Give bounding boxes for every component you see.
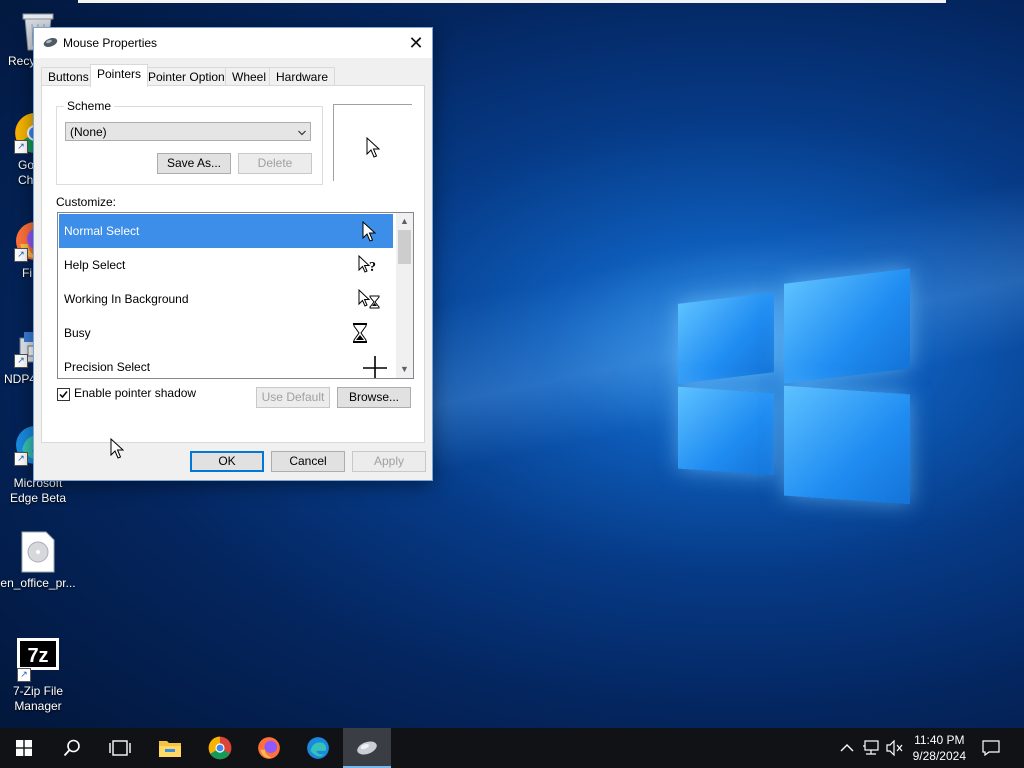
desktop-icon-7zip[interactable]: 7z ↗ 7-Zip File Manager xyxy=(0,638,76,714)
shortcut-arrow-icon: ↗ xyxy=(14,452,28,466)
7zip-icon: 7z ↗ xyxy=(17,638,59,682)
list-item[interactable]: Busy xyxy=(59,316,393,350)
help-cursor-icon: ? xyxy=(358,254,376,275)
notification-icon xyxy=(982,740,1000,757)
taskbar: 11:40 PM 9/28/2024 xyxy=(0,728,1024,768)
pointer-name: Precision Select xyxy=(64,360,151,374)
mouse-icon xyxy=(357,741,377,755)
taskbar-file-explorer[interactable] xyxy=(146,728,194,768)
tab-hardware[interactable]: Hardware xyxy=(269,67,336,86)
search-button[interactable] xyxy=(48,728,96,768)
shortcut-arrow-icon: ↗ xyxy=(14,354,28,368)
folder-icon xyxy=(159,741,181,757)
crosshair-cursor-icon xyxy=(363,356,387,378)
taskbar-edge-beta[interactable] xyxy=(294,728,342,768)
scroll-up-button[interactable]: ▲ xyxy=(396,213,413,230)
customize-label: Customize: xyxy=(56,195,117,209)
wallpaper-windows-logo xyxy=(674,268,914,506)
scheme-group: Scheme (None) Save As... Delete xyxy=(56,99,323,185)
task-view-icon xyxy=(109,740,131,756)
browse-button[interactable]: Browse... xyxy=(337,387,411,408)
background-window-edge xyxy=(78,0,946,3)
hourglass-cursor-icon xyxy=(353,323,367,343)
desktop-icon-office-iso[interactable]: en_office_pr... xyxy=(0,530,76,591)
firefox-icon xyxy=(258,737,280,759)
taskbar-clock[interactable]: 11:40 PM 9/28/2024 xyxy=(913,732,966,764)
notification-center-button[interactable] xyxy=(968,728,1014,768)
start-button[interactable] xyxy=(0,728,48,768)
tab-wheel[interactable]: Wheel xyxy=(225,67,274,86)
list-item[interactable]: Help Select ? xyxy=(59,248,393,282)
pointer-name: Busy xyxy=(64,326,91,340)
edge-beta-icon xyxy=(307,737,329,759)
mouse-properties-dialog: Mouse Properties ✕ Buttons Pointers Poin… xyxy=(33,27,433,481)
mouse-icon xyxy=(43,38,58,47)
scheme-legend: Scheme xyxy=(64,99,115,113)
search-icon xyxy=(63,739,80,757)
chevron-down-icon xyxy=(298,130,306,136)
pointer-list[interactable]: Normal Select Help Select ? Working In B… xyxy=(57,212,414,379)
shortcut-arrow-icon: ↗ xyxy=(14,140,28,154)
disc-image-file-icon xyxy=(17,530,59,573)
scroll-thumb[interactable] xyxy=(398,230,411,264)
apply-button[interactable]: Apply xyxy=(352,451,426,472)
cancel-button[interactable]: Cancel xyxy=(271,451,345,472)
speaker-muted-icon[interactable] xyxy=(886,740,904,756)
chrome-icon xyxy=(208,736,232,760)
pointer-name: Working In Background xyxy=(64,292,189,306)
checkbox-box[interactable] xyxy=(57,388,70,401)
tab-buttons[interactable]: Buttons xyxy=(41,67,96,86)
close-button[interactable]: ✕ xyxy=(400,28,432,58)
save-as-button[interactable]: Save As... xyxy=(157,153,231,174)
pointers-tab-panel: Scheme (None) Save As... Delete Customiz… xyxy=(41,85,425,443)
shortcut-arrow-icon: ↗ xyxy=(14,248,28,262)
pointer-name: Help Select xyxy=(64,258,126,272)
scheme-value: (None) xyxy=(70,125,107,139)
dialog-title: Mouse Properties xyxy=(63,36,158,50)
taskbar-chrome[interactable] xyxy=(196,728,244,768)
working-cursor-icon xyxy=(358,288,380,309)
arrow-cursor-icon xyxy=(366,137,380,158)
desktop-icon-label: 7-Zip File Manager xyxy=(12,684,63,713)
svg-text:7z: 7z xyxy=(27,645,48,667)
list-scrollbar[interactable]: ▲ ▼ xyxy=(396,213,413,378)
scroll-down-button[interactable]: ▼ xyxy=(396,361,413,378)
system-tray xyxy=(836,728,906,768)
tab-pointer-options[interactable]: Pointer Options xyxy=(141,67,238,86)
use-default-button[interactable]: Use Default xyxy=(256,387,330,408)
chevron-up-icon[interactable] xyxy=(840,743,854,753)
dialog-title-bar[interactable]: Mouse Properties ✕ xyxy=(34,28,432,58)
delete-button[interactable]: Delete xyxy=(238,153,312,174)
desktop-icon-label: en_office_pr... xyxy=(0,576,76,590)
task-view-button[interactable] xyxy=(96,728,144,768)
pointer-name: Normal Select xyxy=(64,224,140,238)
list-item[interactable]: Precision Select xyxy=(59,350,393,378)
list-item[interactable]: Working In Background xyxy=(59,282,393,316)
windows-icon xyxy=(16,740,32,756)
list-item[interactable]: Normal Select xyxy=(59,214,393,248)
clock-time: 11:40 PM xyxy=(914,733,965,747)
taskbar-firefox[interactable] xyxy=(245,728,293,768)
scheme-dropdown[interactable]: (None) xyxy=(65,122,311,141)
network-icon[interactable] xyxy=(862,740,880,756)
svg-text:?: ? xyxy=(369,260,376,275)
ok-button[interactable]: OK xyxy=(190,451,264,472)
checkmark-icon xyxy=(59,391,68,399)
clock-date: 9/28/2024 xyxy=(912,749,966,763)
mouse-cursor-icon xyxy=(110,438,124,459)
taskbar-mouse-properties[interactable] xyxy=(343,728,391,768)
shortcut-arrow-icon: ↗ xyxy=(17,668,31,682)
tab-pointers[interactable]: Pointers xyxy=(90,64,149,87)
pointer-preview-box xyxy=(333,104,412,181)
arrow-cursor-icon xyxy=(362,220,377,242)
checkbox-label: Enable pointer shadow xyxy=(74,386,197,400)
